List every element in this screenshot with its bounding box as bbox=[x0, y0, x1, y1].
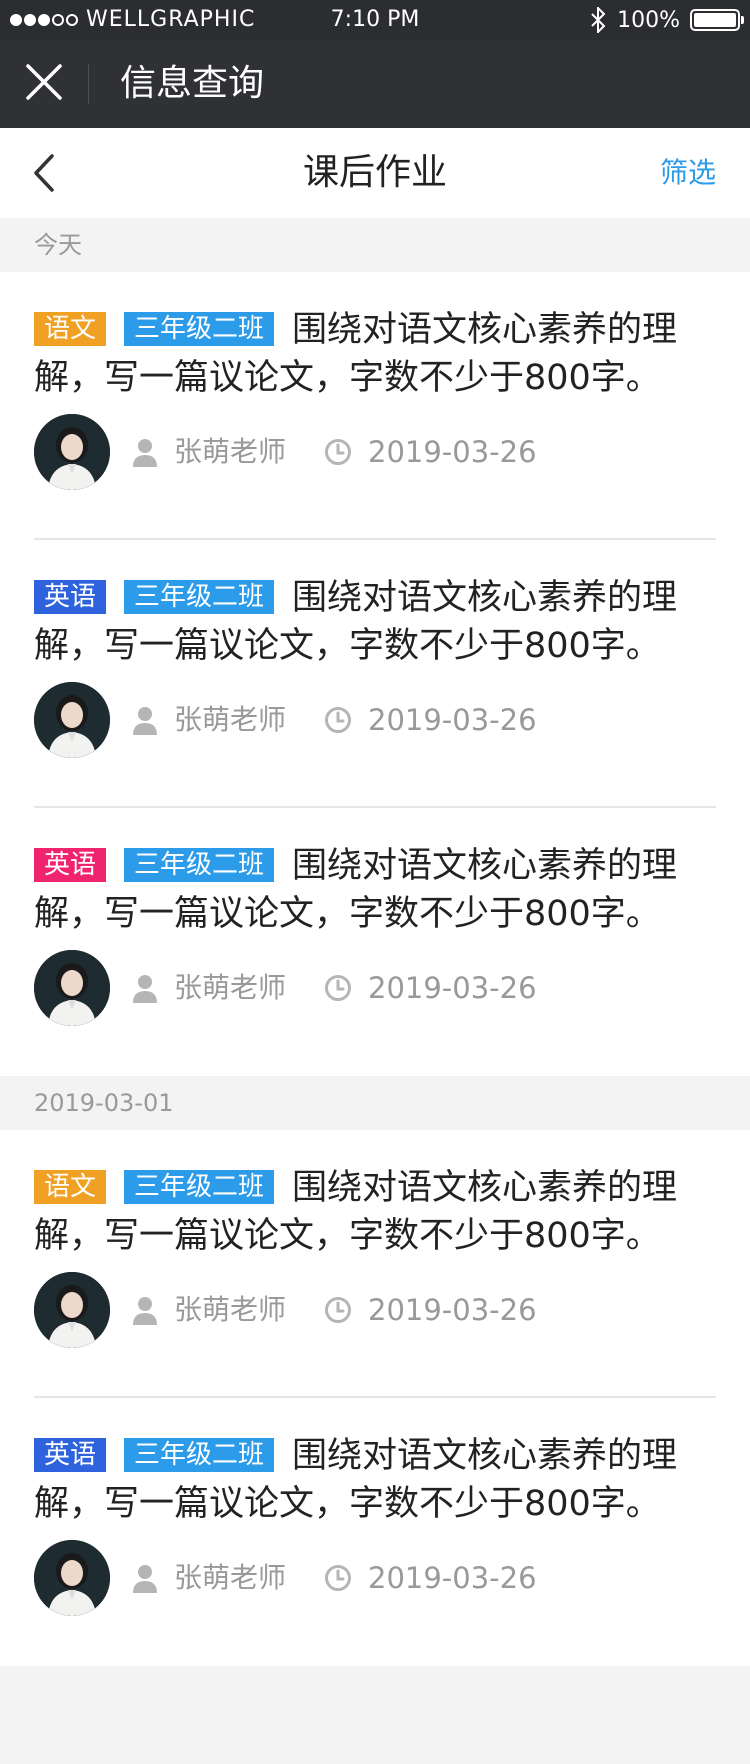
person-icon bbox=[133, 1565, 157, 1593]
divider bbox=[88, 64, 89, 104]
homework-meta: 张萌老师 2019-03-26 bbox=[34, 1272, 716, 1348]
teacher-name: 张萌老师 bbox=[174, 435, 287, 468]
homework-item[interactable]: 语文三年级二班围绕对语文核心素养的理解，写一篇议论文，字数不少于800字。 bbox=[34, 272, 716, 540]
homework-text-block: 语文 三年级二班 围绕对语文核心素养的理解，写一篇议论文，字数不少于800字。 bbox=[34, 306, 716, 402]
avatar bbox=[34, 682, 110, 758]
battery-icon bbox=[690, 9, 744, 31]
homework-section: 语文三年级二班围绕对语文核心素养的理解，写一篇议论文，字数不少于800字。 bbox=[0, 272, 750, 1076]
person-icon bbox=[133, 439, 157, 467]
homework-meta: 张萌老师 2019-03-26 bbox=[34, 682, 716, 758]
avatar bbox=[34, 1272, 110, 1348]
homework-date: 2019-03-26 bbox=[368, 1561, 537, 1595]
filter-button[interactable]: 筛选 bbox=[660, 128, 716, 218]
class-tag: 三年级二班 bbox=[124, 1170, 275, 1204]
homework-meta: 张萌老师 2019-03-26 bbox=[34, 1540, 716, 1616]
homework-item[interactable]: 英语三年级二班围绕对语文核心素养的理解，写一篇议论文，字数不少于800字。 bbox=[34, 540, 716, 808]
nav-bar: 课后作业 筛选 bbox=[0, 128, 750, 218]
homework-item[interactable]: 英语三年级二班围绕对语文核心素养的理解，写一篇议论文，字数不少于800字。 bbox=[34, 808, 716, 1076]
class-tag: 三年级二班 bbox=[124, 1438, 275, 1472]
clock-icon bbox=[325, 1297, 351, 1323]
homework-list: 今天 语文 三年级二班 围绕对语文核心素养的理解，写一篇议论文，字数不少于800字。 bbox=[0, 218, 750, 1666]
subject-tag: 语文 bbox=[34, 312, 107, 346]
battery-percent: 100% bbox=[617, 7, 680, 33]
page-title: 课后作业 bbox=[302, 152, 447, 193]
class-tag: 三年级二班 bbox=[124, 312, 275, 346]
homework-meta: 张萌老师 2019-03-26 bbox=[34, 414, 716, 490]
clock-icon bbox=[325, 439, 351, 465]
clock-icon bbox=[325, 975, 351, 1001]
avatar bbox=[34, 1540, 110, 1616]
homework-text-block: 英语 三年级二班 围绕对语文核心素养的理解，写一篇议论文，字数不少于800字。 bbox=[34, 574, 716, 670]
homework-text-block: 英语 三年级二班 围绕对语文核心素养的理解，写一篇议论文，字数不少于800字。 bbox=[34, 842, 716, 938]
homework-date: 2019-03-26 bbox=[368, 703, 537, 737]
bluetooth-icon bbox=[591, 7, 606, 33]
clock-icon bbox=[325, 1565, 351, 1591]
person-icon bbox=[133, 707, 157, 735]
class-tag: 三年级二班 bbox=[124, 580, 275, 614]
teacher-name: 张萌老师 bbox=[174, 1561, 287, 1594]
homework-date: 2019-03-26 bbox=[368, 1293, 537, 1327]
avatar bbox=[34, 950, 110, 1026]
person-icon bbox=[133, 1297, 157, 1325]
teacher-name: 张萌老师 bbox=[174, 1293, 287, 1326]
app-title: 信息查询 bbox=[120, 63, 265, 104]
homework-date: 2019-03-26 bbox=[368, 435, 537, 469]
subject-tag: 英语 bbox=[34, 848, 107, 882]
section-header: 2019-03-01 bbox=[0, 1076, 750, 1130]
avatar bbox=[34, 414, 110, 490]
class-tag: 三年级二班 bbox=[124, 848, 275, 882]
app-bar: 信息查询 bbox=[0, 40, 750, 128]
homework-item[interactable]: 英语三年级二班围绕对语文核心素养的理解，写一篇议论文，字数不少于800字。 bbox=[34, 1398, 716, 1666]
homework-text-block: 语文 三年级二班 围绕对语文核心素养的理解，写一篇议论文，字数不少于800字。 bbox=[34, 1164, 716, 1260]
subject-tag: 语文 bbox=[34, 1170, 107, 1204]
status-bar: WELLGRAPHIC 7:10 PM 100% bbox=[0, 0, 750, 40]
teacher-name: 张萌老师 bbox=[174, 971, 287, 1004]
clock-icon bbox=[325, 707, 351, 733]
section-header: 今天 bbox=[0, 218, 750, 272]
homework-date: 2019-03-26 bbox=[368, 971, 537, 1005]
homework-section: 语文三年级二班围绕对语文核心素养的理解，写一篇议论文，字数不少于800字。 bbox=[0, 1130, 750, 1666]
subject-tag: 英语 bbox=[34, 580, 107, 614]
homework-item[interactable]: 语文三年级二班围绕对语文核心素养的理解，写一篇议论文，字数不少于800字。 bbox=[34, 1130, 716, 1398]
close-icon[interactable] bbox=[22, 60, 66, 104]
homework-meta: 张萌老师 2019-03-26 bbox=[34, 950, 716, 1026]
teacher-name: 张萌老师 bbox=[174, 703, 287, 736]
person-icon bbox=[133, 975, 157, 1003]
homework-text-block: 英语 三年级二班 围绕对语文核心素养的理解，写一篇议论文，字数不少于800字。 bbox=[34, 1432, 716, 1528]
subject-tag: 英语 bbox=[34, 1438, 107, 1472]
